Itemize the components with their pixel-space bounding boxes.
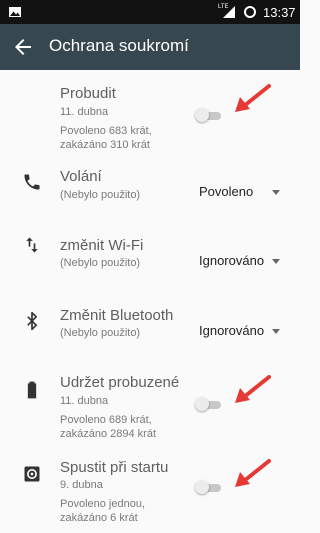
annotation-arrow-icon <box>235 459 271 487</box>
toggle-thumb <box>195 480 209 494</box>
permission-title: změnit Wi-Fi <box>60 237 144 254</box>
settings-icon <box>24 466 40 482</box>
toggle-thumb <box>195 397 209 411</box>
calls-dropdown[interactable]: Povoleno <box>199 184 253 199</box>
phone-icon <box>24 174 40 190</box>
permission-date: 9. dubna <box>60 479 103 491</box>
bluetooth-dropdown[interactable]: Ignorováno <box>199 323 264 338</box>
permission-denied-count: zakázáno 310 krát <box>60 139 150 151</box>
permission-title: Změnit Bluetooth <box>60 307 174 324</box>
keep-awake-toggle[interactable] <box>195 397 221 411</box>
circle-icon <box>244 6 256 18</box>
page-title: Ochrana soukromí <box>49 36 189 55</box>
wifi-dropdown[interactable]: Ignorováno <box>199 253 264 268</box>
permission-title: Spustit při startu <box>60 459 169 476</box>
permission-denied-count: zakázáno 2894 krát <box>60 428 157 440</box>
permission-row-bluetooth[interactable]: Změnit Bluetooth (Nebylo použito) Ignoro… <box>0 292 300 350</box>
permission-title: Udržet probuzené <box>60 374 180 391</box>
permission-denied-count: zakázáno 6 krát <box>60 512 138 524</box>
chevron-down-icon[interactable] <box>272 190 280 195</box>
chevron-down-icon[interactable] <box>272 329 280 334</box>
autostart-toggle[interactable] <box>195 480 221 494</box>
image-icon <box>9 7 21 17</box>
permission-row-calls[interactable]: Volání (Nebylo použito) Povoleno <box>0 160 300 218</box>
permission-date: 11. dubna <box>60 395 109 407</box>
toggle-thumb <box>195 108 209 122</box>
permission-title: Probudit <box>60 85 116 102</box>
clock: 13:37 <box>263 5 296 20</box>
app-bar: Ochrana soukromí <box>0 24 300 70</box>
permission-row-wifi[interactable]: změnit Wi-Fi (Nebylo použito) Ignorováno <box>0 222 300 280</box>
annotation-arrow-icon <box>235 84 271 112</box>
permission-title: Volání <box>60 168 102 185</box>
permission-status: (Nebylo použito) <box>60 257 141 269</box>
battery-icon <box>27 381 37 399</box>
permission-status: (Nebylo použito) <box>60 189 141 201</box>
arrow-back-icon[interactable] <box>11 35 35 59</box>
wake-toggle[interactable] <box>195 108 221 122</box>
bluetooth-icon <box>27 311 38 331</box>
signal-icon <box>223 6 235 18</box>
status-bar: LTE 13:37 <box>0 0 300 24</box>
annotation-arrow-icon <box>235 375 271 403</box>
swap-vertical-icon <box>26 237 38 253</box>
permission-status: (Nebylo použito) <box>60 327 141 339</box>
chevron-down-icon[interactable] <box>272 259 280 264</box>
permission-date: 11. dubna <box>60 106 109 118</box>
